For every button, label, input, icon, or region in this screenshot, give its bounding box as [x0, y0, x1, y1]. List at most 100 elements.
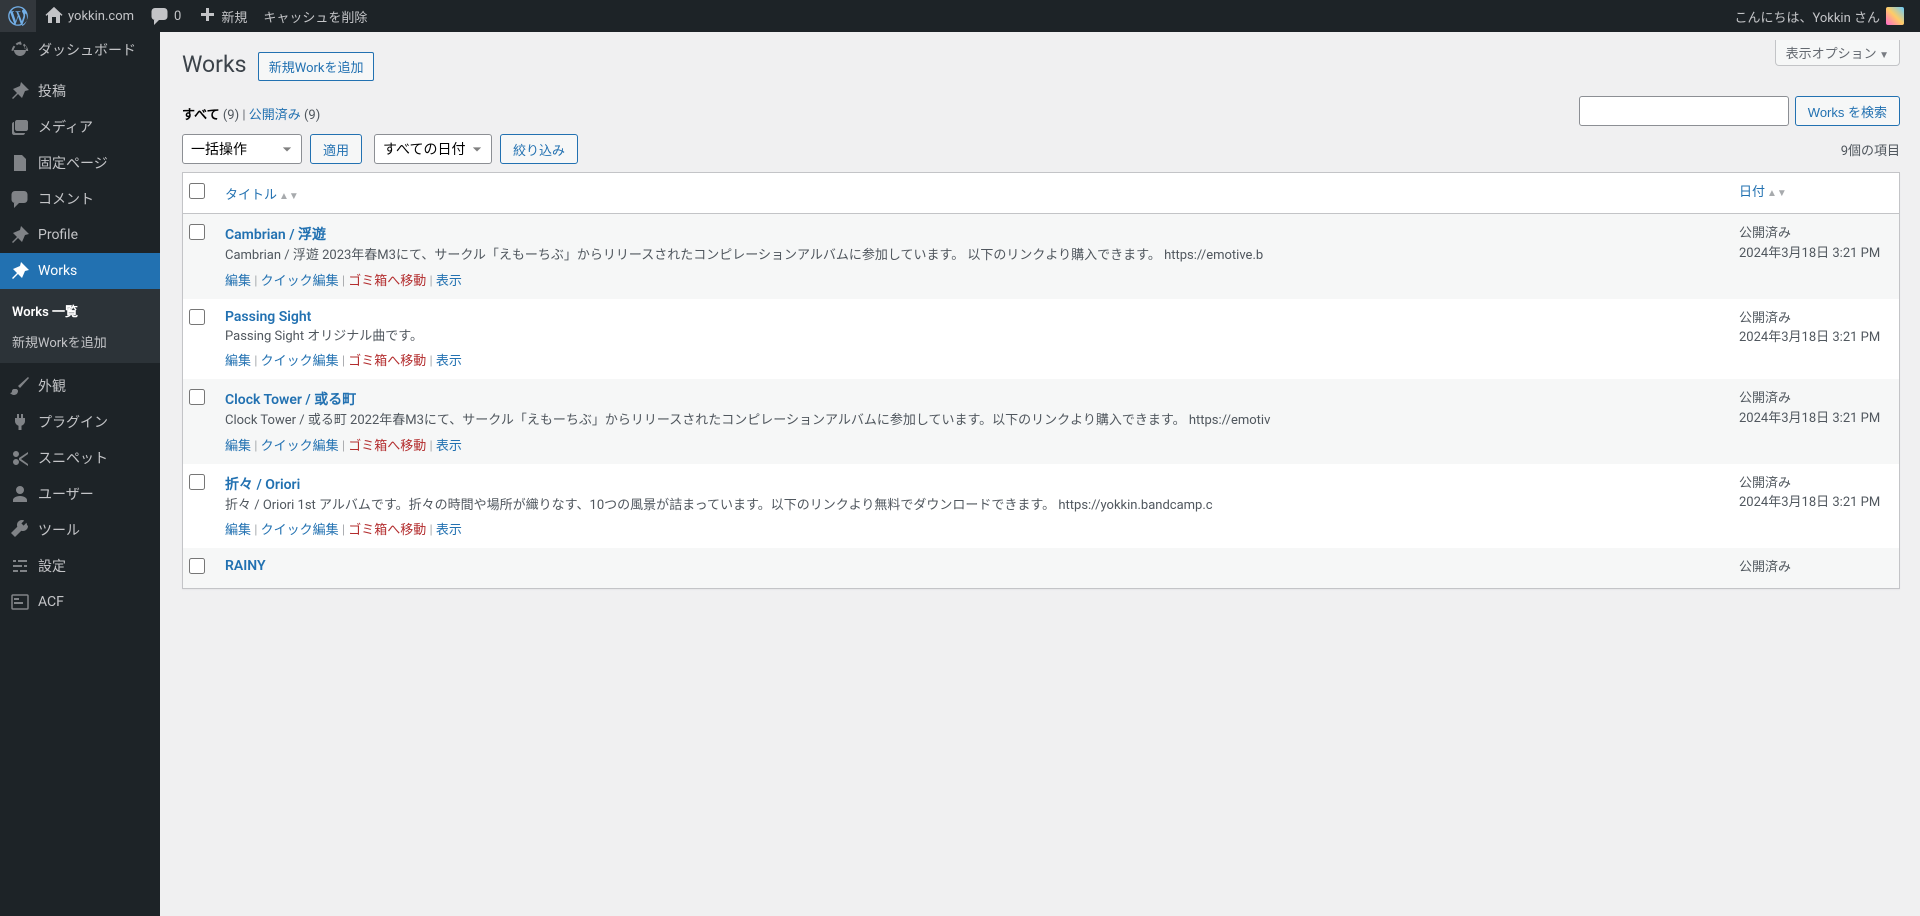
user-icon — [10, 484, 30, 504]
submenu-works-new[interactable]: 新規Workを追加 — [0, 326, 160, 357]
row-title[interactable]: Passing Sight — [225, 309, 311, 325]
search-input[interactable] — [1579, 96, 1789, 126]
page-icon — [10, 153, 30, 173]
select-all-checkbox[interactable] — [189, 183, 205, 199]
menu-users[interactable]: ユーザー — [0, 476, 160, 512]
avatar — [1886, 7, 1904, 25]
status-filters: すべて (9) | 公開済み (9) — [182, 104, 320, 123]
menu-comments-label: コメント — [38, 189, 94, 209]
row-date: 2024年3月18日 3:21 PM — [1739, 495, 1880, 510]
menu-snippets[interactable]: スニペット — [0, 440, 160, 476]
dashboard-icon — [10, 40, 30, 60]
my-account[interactable]: こんにちは、Yokkin さん — [1726, 0, 1912, 32]
menu-appearance[interactable]: 外観 — [0, 368, 160, 404]
bulk-action-select[interactable]: 一括操作 — [182, 134, 302, 164]
add-new-label: 新規Workを追加 — [269, 61, 364, 76]
row-excerpt: Passing Sight オリジナル曲です。 — [225, 327, 1719, 347]
filter-published[interactable]: 公開済み (9) — [249, 108, 321, 123]
row-title[interactable]: 折々 / Oriori — [225, 477, 300, 493]
action-view[interactable]: 表示 — [436, 354, 462, 369]
row-checkbox[interactable] — [189, 558, 205, 574]
row-status: 公開済み — [1739, 226, 1791, 241]
row-checkbox[interactable] — [189, 224, 205, 240]
row-excerpt: Cambrian / 浮遊 2023年春M3にて、サークル「えもーちぶ」からリリ… — [225, 246, 1719, 266]
brush-icon — [10, 376, 30, 396]
filter-button[interactable]: 絞り込み — [500, 134, 578, 164]
action-quick-edit[interactable]: クイック編集 — [261, 274, 339, 289]
row-checkbox[interactable] — [189, 389, 205, 405]
column-date[interactable]: 日付▲▼ — [1739, 185, 1787, 200]
action-edit[interactable]: 編集 — [225, 439, 251, 454]
submenu-works: Works 一覧 新規Workを追加 — [0, 289, 160, 363]
submenu-works-list-label: Works 一覧 — [12, 301, 78, 320]
action-edit[interactable]: 編集 — [225, 274, 251, 289]
search-button-label: Works を検索 — [1808, 105, 1887, 120]
menu-plugins[interactable]: プラグイン — [0, 404, 160, 440]
wrench-icon — [10, 520, 30, 540]
row-checkbox[interactable] — [189, 474, 205, 490]
filter-all-label: すべて — [182, 108, 220, 123]
wp-logo[interactable] — [0, 0, 36, 32]
row-title[interactable]: RAINY — [225, 558, 266, 574]
menu-comments[interactable]: コメント — [0, 181, 160, 217]
apply-button[interactable]: 適用 — [310, 134, 362, 164]
pin-icon — [10, 225, 30, 245]
menu-settings[interactable]: 設定 — [0, 548, 160, 584]
row-date: 2024年3月18日 3:21 PM — [1739, 330, 1880, 345]
table-row: Cambrian / 浮遊 Cambrian / 浮遊 2023年春M3にて、サ… — [183, 214, 1899, 299]
row-actions: 編集 | クイック編集 | ゴミ箱へ移動 | 表示 — [225, 435, 1719, 454]
table-row: 折々 / Oriori 折々 / Oriori 1st アルバムです。折々の時間… — [183, 464, 1899, 549]
purge-cache[interactable]: キャッシュを削除 — [255, 0, 375, 32]
screen-options-label: 表示オプション — [1786, 47, 1877, 62]
new-content[interactable]: 新規 — [189, 0, 255, 32]
action-trash[interactable]: ゴミ箱へ移動 — [348, 523, 426, 538]
column-title-label: タイトル — [225, 188, 277, 203]
menu-media[interactable]: メディア — [0, 109, 160, 145]
sort-icon: ▲▼ — [279, 191, 299, 202]
action-edit[interactable]: 編集 — [225, 523, 251, 538]
column-title[interactable]: タイトル▲▼ — [225, 188, 299, 203]
sliders-icon — [10, 556, 30, 576]
action-trash[interactable]: ゴミ箱へ移動 — [348, 439, 426, 454]
menu-pages[interactable]: 固定ページ — [0, 145, 160, 181]
pin-icon — [10, 261, 30, 281]
comment-icon — [150, 6, 170, 26]
row-date: 2024年3月18日 3:21 PM — [1739, 411, 1880, 426]
action-quick-edit[interactable]: クイック編集 — [261, 354, 339, 369]
comments-link[interactable]: 0 — [142, 0, 189, 32]
action-view[interactable]: 表示 — [436, 523, 462, 538]
action-view[interactable]: 表示 — [436, 439, 462, 454]
search-button[interactable]: Works を検索 — [1795, 96, 1900, 126]
row-status: 公開済み — [1739, 560, 1791, 575]
add-new-button[interactable]: 新規Workを追加 — [258, 52, 375, 81]
menu-profile[interactable]: Profile — [0, 217, 160, 253]
filter-all[interactable]: すべて (9) — [182, 108, 239, 123]
menu-acf-label: ACF — [38, 594, 64, 610]
row-checkbox[interactable] — [189, 309, 205, 325]
menu-media-label: メディア — [38, 117, 93, 137]
action-quick-edit[interactable]: クイック編集 — [261, 439, 339, 454]
action-trash[interactable]: ゴミ箱へ移動 — [348, 354, 426, 369]
menu-posts[interactable]: 投稿 — [0, 73, 160, 109]
filter-published-label: 公開済み — [249, 108, 301, 123]
page-title: Works — [182, 42, 247, 82]
site-name[interactable]: yokkin.com — [36, 0, 142, 32]
menu-profile-label: Profile — [38, 227, 78, 243]
new-label: 新規 — [221, 7, 247, 26]
menu-works[interactable]: Works — [0, 253, 160, 289]
menu-tools[interactable]: ツール — [0, 512, 160, 548]
submenu-works-list[interactable]: Works 一覧 — [0, 295, 160, 326]
filter-label: 絞り込み — [513, 143, 565, 158]
table-row: Clock Tower / 或る町 Clock Tower / 或る町 2022… — [183, 379, 1899, 464]
action-quick-edit[interactable]: クイック編集 — [261, 523, 339, 538]
screen-options-toggle[interactable]: 表示オプション — [1775, 40, 1900, 66]
action-view[interactable]: 表示 — [436, 274, 462, 289]
action-edit[interactable]: 編集 — [225, 354, 251, 369]
date-filter-select[interactable]: すべての日付 — [374, 134, 492, 164]
row-title[interactable]: Clock Tower / 或る町 — [225, 392, 356, 408]
menu-acf[interactable]: ACF — [0, 584, 160, 620]
action-trash[interactable]: ゴミ箱へ移動 — [348, 274, 426, 289]
row-title[interactable]: Cambrian / 浮遊 — [225, 227, 326, 243]
menu-dashboard[interactable]: ダッシュボード — [0, 32, 160, 68]
menu-settings-label: 設定 — [38, 556, 66, 576]
